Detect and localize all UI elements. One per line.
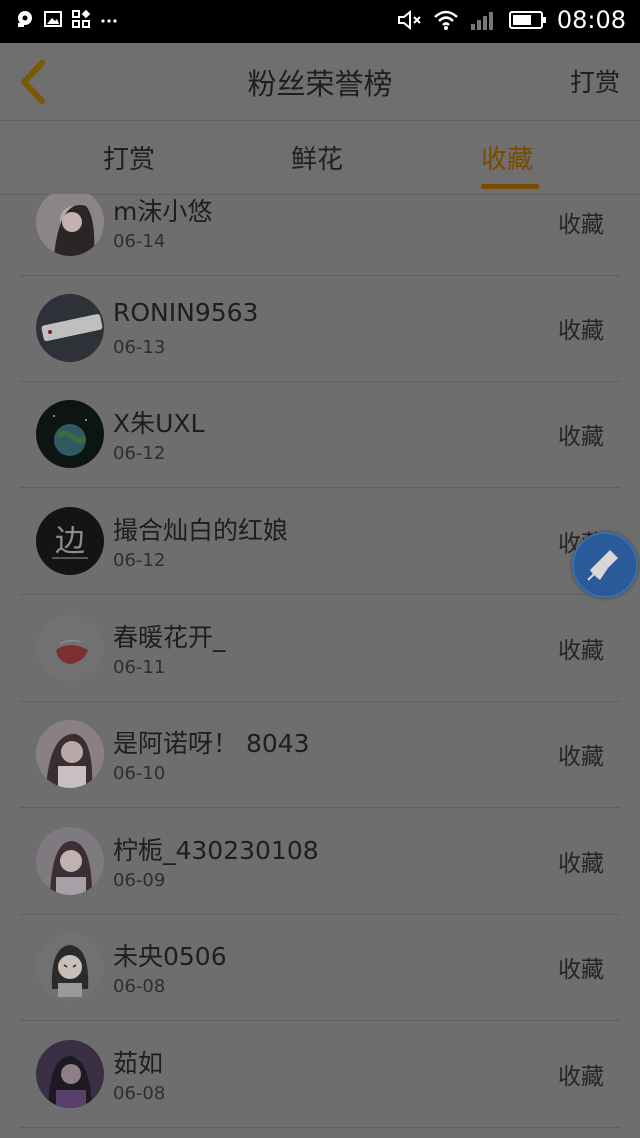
fan-action-label: 收藏	[558, 212, 604, 238]
tab-reward[interactable]: 打赏	[103, 139, 155, 176]
top-bar: 粉丝荣誉榜 打赏	[0, 43, 640, 121]
list-item[interactable]: m沫小悠 06-14 收藏	[20, 194, 620, 276]
status-bar: 08:08	[0, 0, 640, 43]
avatar	[36, 194, 104, 256]
tab-bar: 打赏 鲜花 收藏	[0, 121, 640, 195]
apps-icon	[72, 10, 90, 28]
fan-name: 未央0506	[113, 942, 227, 971]
fan-date: 06-08	[113, 976, 166, 997]
list-item[interactable]: 边 撮合灿白的红娘 06-12 收藏	[20, 488, 620, 595]
list-item[interactable]: 茹如 06-08 收藏	[20, 1021, 620, 1128]
floating-cleanup-button[interactable]	[572, 532, 638, 598]
avatar	[36, 933, 104, 1001]
fan-action-label: 收藏	[558, 1064, 604, 1090]
list-item[interactable]: 柠栀_430230108 06-09 收藏	[20, 808, 620, 915]
fan-action-label: 收藏	[558, 424, 604, 450]
fan-date: 06-09	[113, 870, 166, 891]
notification-icon	[18, 11, 32, 27]
wifi-icon	[433, 10, 458, 30]
fan-date: 06-13	[113, 337, 166, 358]
image-icon	[44, 11, 62, 27]
tab-favorites[interactable]: 收藏	[481, 139, 533, 176]
fan-date: 06-12	[113, 443, 166, 464]
avatar	[36, 614, 104, 682]
avatar: 边	[36, 507, 104, 575]
fan-date: 06-14	[113, 231, 166, 252]
fan-date: 06-08	[113, 1083, 166, 1104]
list-item[interactable]: 春暖花开_ 06-11 收藏	[20, 595, 620, 702]
clock: 08:08	[556, 6, 626, 34]
avatar-logo-text: 边	[55, 524, 85, 559]
fan-action-label: 收藏	[558, 957, 604, 983]
tab-flowers[interactable]: 鲜花	[291, 139, 343, 176]
fan-list[interactable]: m沫小悠 06-14 收藏 RONIN9563 06-13 收藏 X朱UXL 0…	[0, 194, 640, 1138]
list-item[interactable]: X朱UXL 06-12 收藏	[20, 381, 620, 488]
more-icon	[101, 19, 117, 23]
list-item[interactable]: RONIN9563 06-13 收藏	[20, 275, 620, 382]
fan-name: 是阿诺呀！ 8043	[113, 729, 310, 758]
fan-name: 茹如	[113, 1049, 164, 1078]
fan-name: 撮合灿白的红娘	[113, 516, 289, 545]
avatar	[36, 827, 104, 895]
fan-name: m沫小悠	[113, 197, 213, 226]
fan-date: 06-10	[113, 763, 166, 784]
broom-icon	[587, 550, 618, 581]
fan-date: 06-11	[113, 657, 166, 678]
battery-icon	[508, 11, 546, 29]
avatar	[36, 400, 104, 468]
fan-date: 06-12	[113, 550, 166, 571]
fan-action-label: 收藏	[558, 318, 604, 344]
avatar	[36, 294, 104, 362]
avatar	[36, 720, 104, 788]
list-item[interactable]: 是阿诺呀！ 8043 06-10 收藏	[20, 701, 620, 808]
fan-action-label: 收藏	[558, 744, 604, 770]
fan-action-label: 收藏	[558, 851, 604, 877]
list-item[interactable]: 未央0506 06-08 收藏	[20, 914, 620, 1021]
signal-icon	[470, 12, 493, 30]
fan-action-label: 收藏	[558, 638, 604, 664]
fan-name: RONIN9563	[113, 298, 259, 327]
fan-name: 柠栀_430230108	[113, 836, 319, 865]
fan-name: X朱UXL	[113, 409, 205, 438]
reward-button[interactable]: 打赏	[570, 63, 620, 99]
active-tab-indicator	[481, 184, 539, 189]
mute-icon	[397, 9, 421, 31]
avatar	[36, 1040, 104, 1108]
fan-name: 春暖花开_	[113, 623, 226, 652]
page-title: 粉丝荣誉榜	[247, 67, 393, 101]
